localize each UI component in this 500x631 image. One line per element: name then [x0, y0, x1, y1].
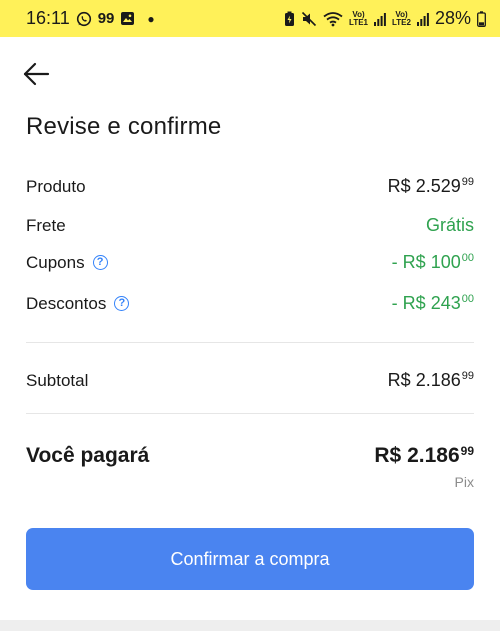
signal-2-icon	[416, 12, 429, 26]
summary-row-cupons: Cupons ? - R$ 100 00	[26, 252, 474, 273]
frete-value: Grátis	[425, 215, 474, 235]
descontos-value: - R$ 243 00	[391, 293, 474, 313]
total-label: Você pagará	[26, 444, 150, 467]
status-bar-right: Vo) LTE1 Vo) LTE2 28%	[284, 8, 486, 29]
descontos-label: Descontos	[26, 293, 107, 313]
notification-dot-icon: ●	[147, 11, 155, 26]
produto-price: R$ 2.529 99	[387, 176, 474, 196]
gallery-icon	[120, 11, 135, 26]
back-button[interactable]	[20, 58, 52, 90]
arrow-left-icon	[23, 62, 50, 86]
status-time: 16:11	[26, 8, 70, 28]
produto-label: Produto	[26, 176, 86, 196]
battery-icon	[477, 10, 486, 27]
total-row: Você pagará R$ 2.186 99	[26, 444, 474, 468]
cupons-label-wrap: Cupons ?	[26, 253, 108, 273]
total-price: R$ 2.186 99	[374, 444, 474, 467]
subtotal-label: Subtotal	[26, 370, 89, 390]
wifi-icon	[323, 11, 343, 27]
network-2-label: Vo) LTE2	[392, 9, 411, 27]
cupons-value: - R$ 100 00	[391, 252, 474, 272]
descontos-help-icon[interactable]: ?	[114, 296, 130, 311]
bottom-strip	[0, 620, 500, 631]
summary-row-descontos: Descontos ? - R$ 243 00	[26, 293, 474, 314]
frete-label: Frete	[26, 215, 66, 235]
divider	[26, 413, 474, 414]
signal-1-icon	[374, 12, 386, 26]
summary-row-frete: Frete Grátis	[26, 215, 474, 236]
cupons-label: Cupons	[26, 252, 85, 272]
status-bar: 16:11 99 ● Vo) LTE1 Vo) LTE2 28%	[0, 0, 500, 37]
network-1-label: Vo) LTE1	[349, 9, 368, 27]
mute-icon	[301, 11, 317, 27]
cupons-help-icon[interactable]: ?	[92, 255, 108, 270]
summary-row-produto: Produto R$ 2.529 99	[26, 176, 474, 197]
page-title: Revise e confirme	[26, 113, 222, 140]
summary-row-subtotal: Subtotal R$ 2.186 99	[26, 370, 474, 391]
whatsapp-icon	[76, 11, 92, 27]
battery-saver-icon	[284, 11, 295, 27]
app-99-icon: 99	[97, 10, 115, 27]
descontos-label-wrap: Descontos ?	[26, 293, 130, 314]
divider	[26, 342, 474, 343]
confirm-purchase-button[interactable]: Confirmar a compra	[26, 528, 474, 590]
battery-level: 28%	[434, 8, 471, 28]
status-bar-left: 16:11 99 ●	[26, 8, 155, 29]
subtotal-price: R$ 2.186 99	[387, 370, 474, 390]
payment-method: Pix	[454, 474, 474, 490]
